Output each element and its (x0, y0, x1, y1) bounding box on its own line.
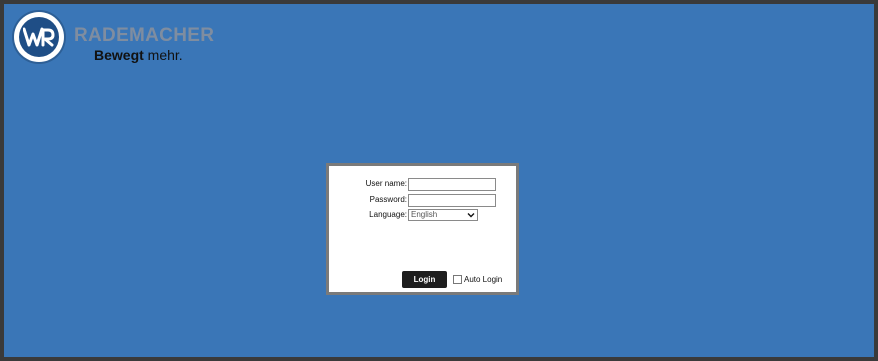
auto-login-checkbox[interactable] (453, 275, 462, 284)
language-select[interactable]: English (408, 209, 478, 221)
chevron-down-icon (467, 213, 475, 218)
username-label: User name: (365, 179, 407, 188)
brand-name: RADEMACHER (74, 25, 215, 46)
auto-login-label[interactable]: Auto Login (464, 275, 502, 285)
login-button[interactable]: Login (402, 271, 447, 288)
password-input[interactable] (408, 194, 496, 207)
tagline-bold: Bewegt (94, 47, 144, 63)
username-input[interactable] (408, 178, 496, 191)
language-label: Language: (369, 210, 407, 219)
brand-tagline: Bewegt mehr. (94, 47, 183, 63)
tagline-rest: mehr. (143, 47, 183, 63)
page-background: RADEMACHER Bewegt mehr. User name: Passw… (0, 0, 878, 361)
login-dialog: User name: Password: Language: English L… (326, 163, 519, 295)
password-label: Password: (369, 195, 407, 204)
language-selected-value: English (411, 210, 438, 219)
rademacher-logo-icon (14, 12, 64, 62)
brand-logo: RADEMACHER Bewegt mehr. (14, 12, 214, 64)
